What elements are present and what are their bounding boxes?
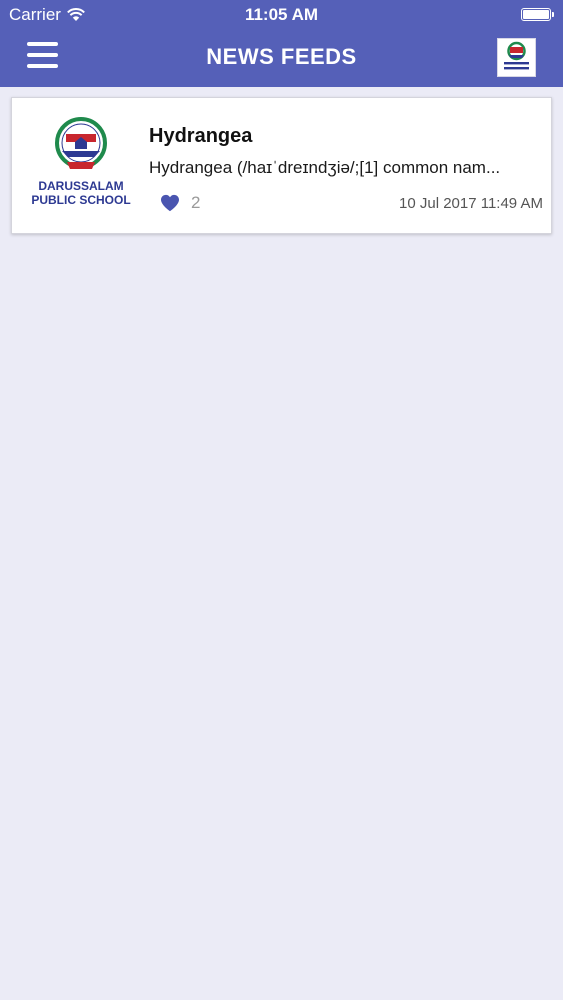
battery-icon <box>521 8 551 21</box>
school-crest-icon <box>55 117 107 169</box>
logo-line-1: DARUSSALAM <box>38 179 124 193</box>
clock-time: 11:05 AM <box>244 5 319 24</box>
top-bar: Carrier 11:05 AM NEWS FEEDS <box>0 0 563 87</box>
news-summary: Hydrangea (/haɪˈdreɪndʒiə/;[1] common na… <box>149 158 501 177</box>
logo-line-2: PUBLIC SCHOOL <box>31 193 131 207</box>
page-title: NEWS FEEDS <box>206 44 357 69</box>
news-title: Hydrangea <box>149 125 253 147</box>
logo-text: DARUSSALAM PUBLIC SCHOOL <box>12 179 150 207</box>
status-bar: Carrier 11:05 AM <box>0 0 563 30</box>
battery-tip <box>552 12 554 17</box>
news-card[interactable]: DARUSSALAM PUBLIC SCHOOL Hydrangea Hydra… <box>11 97 552 234</box>
heart-icon[interactable] <box>160 194 180 212</box>
news-date: 10 Jul 2017 11:49 AM <box>399 195 543 212</box>
school-logo[interactable] <box>497 38 536 77</box>
news-thumbnail: DARUSSALAM PUBLIC SCHOOL <box>31 116 131 214</box>
school-crest-icon <box>504 41 529 70</box>
like-count: 2 <box>191 193 201 212</box>
